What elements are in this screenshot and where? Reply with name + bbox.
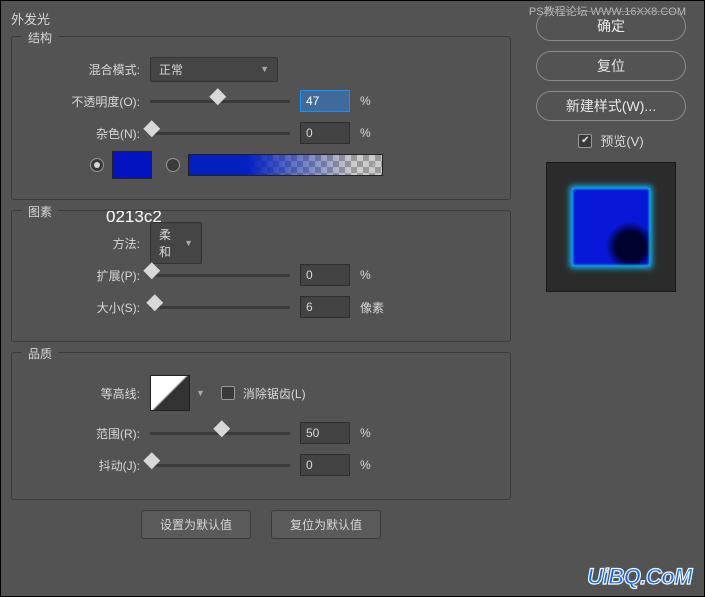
preview-label: 预览(V) <box>600 131 643 150</box>
noise-input[interactable]: 0 <box>300 122 350 144</box>
opacity-unit: % <box>360 94 390 108</box>
effect-title: 外发光 <box>11 9 511 28</box>
color-radio[interactable] <box>90 158 104 172</box>
opacity-input[interactable]: 47 <box>300 90 350 112</box>
spread-unit: % <box>360 268 390 282</box>
blend-mode-value: 正常 <box>159 61 183 78</box>
noise-slider[interactable] <box>150 123 290 143</box>
contour-picker[interactable] <box>150 375 190 411</box>
spread-slider[interactable] <box>150 265 290 285</box>
spread-label: 扩展(P): <box>30 267 140 284</box>
chevron-down-icon: ▼ <box>260 64 269 74</box>
range-label: 范围(R): <box>30 425 140 442</box>
jitter-label: 抖动(J): <box>30 457 140 474</box>
opacity-slider[interactable] <box>150 91 290 111</box>
preview-thumbnail <box>546 162 676 292</box>
noise-unit: % <box>360 126 390 140</box>
color-swatch[interactable] <box>112 151 152 179</box>
gradient-radio[interactable] <box>166 158 180 172</box>
elements-title: 图素 <box>22 203 58 220</box>
jitter-slider[interactable] <box>150 455 290 475</box>
preview-checkbox[interactable] <box>578 134 592 148</box>
technique-select[interactable]: 柔和 ▼ <box>150 222 202 264</box>
size-unit: 像素 <box>360 299 390 316</box>
range-input[interactable]: 50 <box>300 422 350 444</box>
chevron-down-icon: ▼ <box>369 160 378 170</box>
contour-label: 等高线: <box>30 385 140 402</box>
section-structure: 结构 混合模式: 正常 ▼ 不透明度(O): 47 % 杂色(N): 0 % <box>11 36 511 200</box>
jitter-input[interactable]: 0 <box>300 454 350 476</box>
range-slider[interactable] <box>150 423 290 443</box>
quality-title: 品质 <box>22 345 58 362</box>
opacity-label: 不透明度(O): <box>30 93 140 110</box>
technique-value: 柔和 <box>159 226 178 260</box>
section-elements: 图素 方法: 柔和 ▼ 扩展(P): 0 % 大小(S): 6 像素 <box>11 210 511 342</box>
blend-mode-label: 混合模式: <box>30 61 140 78</box>
structure-title: 结构 <box>22 29 58 46</box>
antialias-label: 消除锯齿(L) <box>243 385 306 402</box>
chevron-down-icon: ▼ <box>184 238 193 248</box>
watermark-bottom: UiBQ.CoM <box>587 564 692 590</box>
range-unit: % <box>360 426 390 440</box>
size-label: 大小(S): <box>30 299 140 316</box>
ok-button[interactable]: 确定 <box>536 11 686 41</box>
antialias-checkbox[interactable] <box>221 386 235 400</box>
main-panel: 外发光 结构 混合模式: 正常 ▼ 不透明度(O): 47 % 杂色(N): 0… <box>11 9 511 539</box>
size-input[interactable]: 6 <box>300 296 350 318</box>
blend-mode-select[interactable]: 正常 ▼ <box>150 57 278 82</box>
new-style-button[interactable]: 新建样式(W)... <box>536 91 686 121</box>
gradient-select[interactable]: ▼ <box>188 154 383 176</box>
size-slider[interactable] <box>150 297 290 317</box>
chevron-down-icon[interactable]: ▼ <box>196 388 205 398</box>
technique-label: 方法: <box>30 235 140 252</box>
right-panel: 确定 复位 新建样式(W)... 预览(V) <box>536 11 686 292</box>
noise-label: 杂色(N): <box>30 125 140 142</box>
make-default-button[interactable]: 设置为默认值 <box>141 510 251 539</box>
section-quality: 品质 等高线: ▼ 消除锯齿(L) 范围(R): 50 % 抖动(J): 0 % <box>11 352 511 500</box>
jitter-unit: % <box>360 458 390 472</box>
reset-default-button[interactable]: 复位为默认值 <box>271 510 381 539</box>
spread-input[interactable]: 0 <box>300 264 350 286</box>
cancel-button[interactable]: 复位 <box>536 51 686 81</box>
